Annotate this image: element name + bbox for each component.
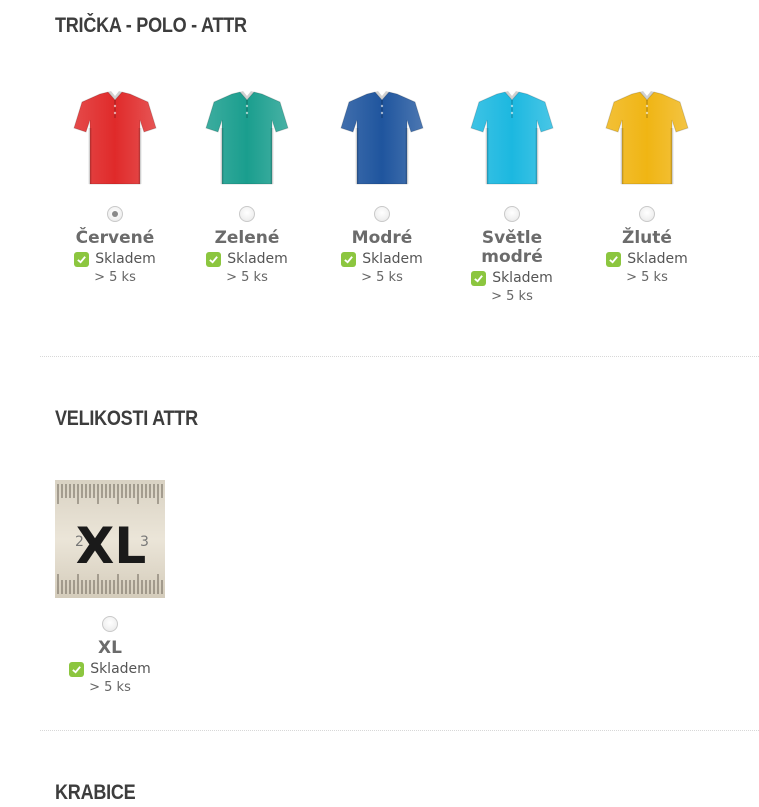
color-option[interactable]: Červené Skladem > 5 ks (50, 88, 180, 286)
shirt-image[interactable] (582, 88, 712, 188)
option-name: Zelené (214, 228, 280, 248)
size-xl-radio[interactable] (102, 616, 118, 632)
stock-quantity: > 5 ks (491, 289, 533, 304)
polo-shirt-icon (73, 91, 157, 185)
color-option[interactable]: Modré Skladem > 5 ks (317, 88, 447, 286)
stock-label: Skladem (95, 251, 156, 267)
color-option[interactable]: Světle modré Skladem > 5 ks (447, 88, 577, 305)
stock-quantity: > 5 ks (94, 270, 136, 285)
shirt-image[interactable] (50, 88, 180, 188)
stock-status: Skladem (582, 250, 712, 268)
stock-quantity: > 5 ks (361, 270, 403, 285)
option-name: Žluté (622, 228, 672, 248)
stock-label: Skladem (627, 251, 688, 267)
shirt-image[interactable] (317, 88, 447, 188)
stock-quantity: > 5 ks (226, 270, 268, 285)
check-icon (471, 270, 487, 286)
stock-status: Skladem (447, 269, 577, 287)
section-divider (40, 730, 759, 731)
check-icon (206, 251, 222, 267)
polo-shirt-icon (470, 91, 554, 185)
color-radio[interactable] (639, 206, 655, 222)
color-radio[interactable] (239, 206, 255, 222)
shirt-image[interactable] (182, 88, 312, 188)
stock-status: Skladem (50, 250, 180, 268)
stock-label: Skladem (227, 251, 288, 267)
ruler-icon: 2 3 XL (55, 480, 165, 598)
check-icon (74, 251, 90, 267)
section-title-sizes: VELIKOSTI ATTR (55, 407, 198, 430)
option-name: Modré (351, 228, 413, 248)
color-option[interactable]: Žluté Skladem > 5 ks (582, 88, 712, 286)
stock-quantity: > 5 ks (89, 680, 131, 695)
shirt-image[interactable] (447, 88, 577, 188)
stock-status: Skladem (45, 660, 175, 678)
size-xl-image[interactable]: 2 3 XL (55, 480, 165, 598)
section-divider (40, 356, 759, 357)
section-title-shirts: TRIČKA - POLO - ATTR (55, 14, 247, 37)
check-icon (606, 251, 622, 267)
section-title-boxes: KRABICE (55, 781, 136, 804)
color-radio[interactable] (504, 206, 520, 222)
polo-shirt-icon (340, 91, 424, 185)
check-icon (341, 251, 357, 267)
stock-quantity: > 5 ks (626, 270, 668, 285)
option-name: XL (98, 638, 122, 658)
check-icon (69, 661, 85, 677)
polo-shirt-icon (205, 91, 289, 185)
stock-status: Skladem (182, 250, 312, 268)
option-name: Červené (75, 228, 155, 248)
stock-label: Skladem (362, 251, 423, 267)
svg-text:XL: XL (76, 517, 146, 575)
stock-label: Skladem (90, 661, 151, 677)
color-option[interactable]: Zelené Skladem > 5 ks (182, 88, 312, 286)
stock-label: Skladem (492, 270, 553, 286)
stock-status: Skladem (317, 250, 447, 268)
polo-shirt-icon (605, 91, 689, 185)
color-radio[interactable] (107, 206, 123, 222)
option-name: Světle modré (481, 228, 543, 267)
size-option-xl[interactable]: 2 3 XL XL Skladem > 5 ks (45, 480, 175, 696)
color-radio[interactable] (374, 206, 390, 222)
